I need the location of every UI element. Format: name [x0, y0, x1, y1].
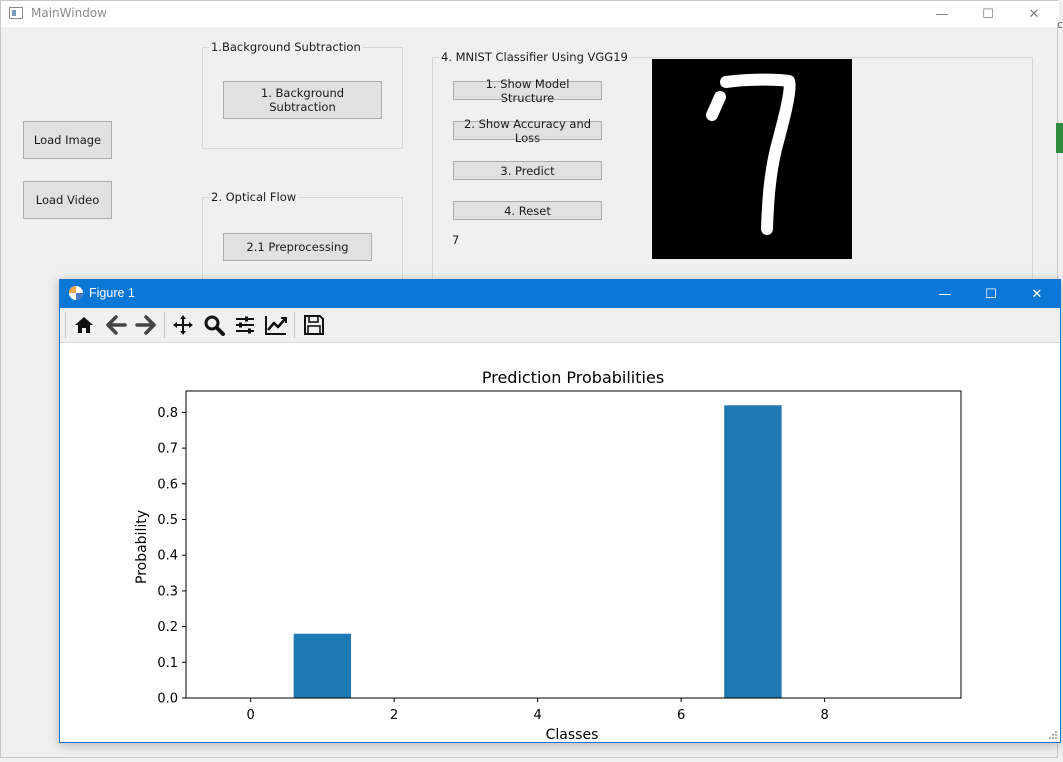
zoom-icon	[204, 315, 225, 336]
x-tick-label: 0	[246, 708, 254, 723]
y-tick-label: 0.2	[157, 620, 178, 635]
resize-grip-icon[interactable]	[1048, 730, 1058, 740]
bar-chart: Prediction Probabilities 0.0 0.1 0.2 0.3 0.4…	[134, 368, 962, 743]
x-axis-ticks: 0 2 4 6 8	[246, 698, 829, 723]
plot-canvas[interactable]: Prediction Probabilities 0.0 0.1 0.2 0.3 0.4…	[60, 343, 1060, 743]
y-tick-label: 0.3	[157, 584, 178, 599]
y-tick-label: 0.8	[157, 406, 178, 421]
y-tick-label: 0.4	[157, 549, 178, 564]
x-tick-label: 8	[821, 708, 829, 723]
matplotlib-logo-icon	[69, 286, 83, 300]
app-window-icon	[9, 7, 23, 19]
pan-icon	[173, 315, 193, 335]
figure-title-bar[interactable]: Figure 1 — ☐ ✕	[60, 280, 1060, 308]
y-tick-label: 0.6	[157, 477, 178, 492]
reset-button[interactable]: 4. Reset	[453, 201, 602, 220]
y-tick-label: 0.0	[157, 692, 178, 707]
edit-axis-button[interactable]	[262, 311, 290, 339]
home-icon	[75, 317, 93, 333]
digit-drawing-canvas[interactable]	[652, 59, 852, 259]
background-subtraction-group-title: 1.Background Subtraction	[209, 40, 363, 54]
maximize-icon: ☐	[985, 286, 997, 302]
preprocessing-button[interactable]: 2.1 Preprocessing	[223, 233, 372, 261]
main-window-title: MainWindow	[31, 6, 107, 20]
back-button[interactable]	[102, 311, 130, 339]
figure-close-button[interactable]: ✕	[1014, 280, 1060, 308]
forward-arrow-icon	[135, 315, 156, 335]
mnist-classifier-group-title: 4. MNIST Classifier Using VGG19	[439, 50, 630, 64]
minimize-icon: —	[938, 286, 952, 302]
load-video-button[interactable]: Load Video	[23, 181, 112, 219]
maximize-icon: ☐	[982, 6, 994, 22]
x-axis-label: Classes	[546, 727, 599, 743]
show-accuracy-loss-button[interactable]: 2. Show Accuracy and Loss	[453, 117, 602, 145]
background-subtraction-button[interactable]: 1. Background Subtraction	[223, 81, 382, 119]
figure-window: Figure 1 — ☐ ✕ Prediction Probabilities …	[59, 279, 1061, 743]
y-tick-label: 0.7	[157, 442, 178, 457]
x-tick-label: 2	[390, 708, 398, 723]
y-tick-label: 0.1	[157, 656, 178, 671]
figure-window-title: Figure 1	[89, 286, 135, 300]
close-icon: ✕	[1028, 6, 1040, 22]
bar-class-1	[293, 633, 352, 698]
toolbar-separator	[294, 312, 295, 338]
figure-maximize-button[interactable]: ☐	[968, 280, 1014, 308]
subplots-button[interactable]	[231, 311, 259, 339]
bars-layer	[293, 405, 782, 698]
bar-class-7	[724, 405, 782, 698]
y-axis-label: Probability	[134, 510, 150, 584]
toolbar-separator	[164, 312, 165, 338]
figure-minimize-button[interactable]: —	[922, 280, 968, 308]
minimize-icon: —	[935, 6, 949, 22]
figure-toolbar	[60, 308, 1060, 343]
handwritten-digit-drawing	[706, 73, 796, 235]
close-icon: ✕	[1031, 286, 1043, 302]
save-icon	[304, 315, 324, 335]
x-tick-label: 4	[533, 708, 541, 723]
predict-button[interactable]: 3. Predict	[453, 161, 602, 180]
background-window-edge	[1056, 123, 1063, 153]
prediction-result-label: 7	[452, 233, 460, 247]
y-axis-ticks: 0.0 0.1 0.2 0.3 0.4 0.5 0.6 0.7 0.8	[157, 406, 186, 707]
toolbar-grip	[65, 312, 66, 338]
home-button[interactable]	[70, 311, 98, 339]
back-arrow-icon	[106, 315, 127, 335]
main-title-bar[interactable]: MainWindow — ☐ ✕	[1, 1, 1059, 27]
load-image-button[interactable]: Load Image	[23, 121, 112, 159]
zoom-button[interactable]	[200, 311, 228, 339]
pan-button[interactable]	[169, 311, 197, 339]
minimize-button[interactable]: —	[919, 1, 965, 27]
save-button[interactable]	[300, 311, 328, 339]
chart-title: Prediction Probabilities	[482, 368, 664, 387]
background-window-edge-text: c	[1057, 18, 1063, 31]
y-tick-label: 0.5	[157, 513, 178, 528]
optical-flow-group-title: 2. Optical Flow	[209, 190, 299, 204]
edit-axis-icon	[265, 316, 287, 335]
show-model-structure-button[interactable]: 1. Show Model Structure	[453, 77, 602, 105]
x-tick-label: 6	[677, 708, 685, 723]
subplots-icon	[236, 316, 254, 334]
close-button[interactable]: ✕	[1011, 1, 1057, 27]
forward-button[interactable]	[132, 311, 160, 339]
maximize-button[interactable]: ☐	[965, 1, 1011, 27]
